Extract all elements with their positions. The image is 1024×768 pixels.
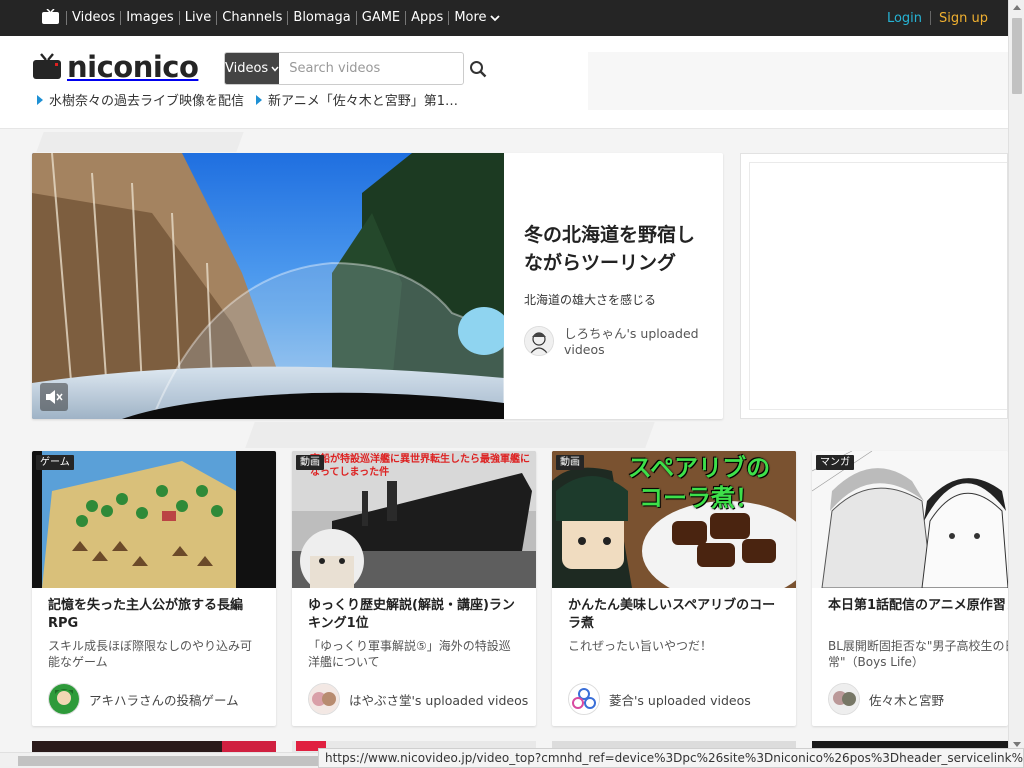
avatar [524, 326, 554, 356]
avatar [308, 683, 340, 715]
card-description: BL展開断固拒否な"男子高校生の日常"（Boys Life） [828, 639, 1008, 669]
avatar [568, 683, 600, 715]
avatar [48, 683, 80, 715]
nav-live[interactable]: Live [178, 11, 217, 25]
thumbnail-caption: スペアリブの コーラ煮！ [602, 453, 796, 513]
background-watermark [36, 132, 244, 152]
card-uploader[interactable]: 佐々木と宮野 [828, 683, 944, 715]
thumbnail-caption: 商船が特設巡洋艦に異世界転生したら最強軍艦になってしまった件 [310, 454, 530, 478]
news-item[interactable]: 新アニメ「佐々木と宮野」第1… [256, 90, 458, 109]
card-uploader[interactable]: はやぶさ堂's uploaded videos [308, 683, 528, 715]
content-card[interactable]: 商船が特設巡洋艦に異世界転生したら最強軍艦になってしまった件 動画 ゆっくり歴史… [292, 451, 536, 726]
card-thumbnail[interactable]: スペアリブの コーラ煮！ 動画 [552, 451, 796, 588]
ad-placeholder [749, 162, 1007, 410]
uploader-name: はやぶさ堂's uploaded videos [349, 692, 529, 708]
category-badge: 動画 [296, 455, 324, 470]
nav-more[interactable]: More [448, 11, 504, 25]
card-uploader[interactable]: 菱合's uploaded videos [568, 683, 751, 715]
card-title[interactable]: 記憶を失った主人公が旅する長編RPG [48, 597, 262, 633]
nav-channels[interactable]: Channels [216, 11, 287, 25]
featured-video-player[interactable] [32, 153, 510, 419]
top-navigation-bar: Videos Images Live Channels Blomaga GAME… [0, 0, 1008, 36]
news-text: 水樹奈々の過去ライブ映像を配信 [49, 94, 245, 109]
thumbnail-caption-line: コーラ煮！ [639, 484, 759, 512]
card-title[interactable]: かんたん美味しいスペアリブのコーラ煮 [568, 597, 782, 633]
featured-video[interactable]: 冬の北海道を野宿しながらツーリング 北海道の雄大さを感じる しろちゃん's up… [32, 153, 723, 419]
uploader-name: 佐々木と宮野 [869, 692, 945, 708]
tv-logo-icon [33, 53, 61, 79]
search-button[interactable] [469, 53, 487, 84]
card-thumbnail[interactable]: 商船が特設巡洋艦に異世界転生したら最強軍艦になってしまった件 動画 [292, 451, 536, 588]
search-icon [470, 60, 487, 77]
card-thumbnail[interactable]: ゲーム [32, 451, 276, 588]
side-ad-area [740, 153, 1008, 419]
chevron-down-icon [489, 15, 500, 22]
avatar [828, 683, 860, 715]
featured-uploader[interactable]: しろちゃん's uploaded videos [524, 326, 709, 358]
mute-button[interactable] [40, 383, 68, 411]
search-category-label: Videos [225, 61, 269, 76]
manga-thumbnail [812, 451, 1008, 588]
service-links: Videos Images Live Channels Blomaga GAME… [66, 0, 505, 36]
triangle-bullet-icon [37, 94, 43, 105]
featured-info: 冬の北海道を野宿しながらツーリング 北海道の雄大さを感じる しろちゃん's up… [524, 221, 709, 358]
featured-title[interactable]: 冬の北海道を野宿しながらツーリング [524, 221, 709, 277]
uploader-name: 菱合's uploaded videos [609, 692, 751, 708]
triangle-bullet-icon [256, 94, 263, 105]
speaker-muted-icon [46, 390, 63, 404]
chevron-down-icon [271, 66, 279, 72]
card-title[interactable]: ゆっくり歴史解説(解説・講座)ランキング1位 [308, 597, 522, 633]
login-link[interactable]: Login [887, 11, 922, 26]
scroll-up-arrow[interactable] [1013, 5, 1021, 10]
auth-links: Login Sign up [887, 0, 988, 36]
nav-more-label: More [454, 10, 487, 25]
search-input[interactable] [279, 53, 470, 84]
card-description: 「ゆっくり軍事解説⑤」海外の特設巡洋艦について [308, 639, 511, 669]
nav-apps[interactable]: Apps [405, 11, 448, 25]
search-box: Videos [224, 52, 487, 85]
content-card[interactable]: スペアリブの コーラ煮！ 動画 かんたん美味しいスペアリブのコーラ煮 これぜった… [552, 451, 796, 726]
card-description: これぜったい旨いやつだ！ [568, 639, 713, 653]
thumbnail-caption-line: スペアリブの [627, 454, 771, 482]
site-header: niconico Videos 水樹奈々の過去ライブ映像を配信 新アニメ「佐々木… [0, 36, 1008, 129]
card-title[interactable]: 本日第1話配信のアニメ原作習！ [828, 597, 1008, 615]
scrollbar-thumb[interactable] [1012, 18, 1022, 94]
content-card[interactable]: ゲーム 記憶を失った主人公が旅する長編RPG スキル成長ほぼ際限なしのやり込み可… [32, 451, 276, 726]
header-ad-area [588, 52, 1008, 110]
signup-link[interactable]: Sign up [939, 11, 988, 26]
link-status-bar: https://www.nicovideo.jp/video_top?cmnhd… [318, 748, 1024, 768]
category-badge: ゲーム [36, 455, 74, 470]
scroll-down-arrow[interactable] [1013, 742, 1021, 747]
card-description: スキル成長ほぼ際限なしのやり込み可能なゲーム [48, 639, 253, 669]
rpg-map-thumbnail [32, 451, 276, 588]
uploader-name: アキハラさんの投稿ゲーム [89, 692, 239, 708]
background-watermark [245, 422, 655, 448]
category-badge: 動画 [556, 455, 584, 470]
featured-video-frame [32, 153, 510, 419]
news-ticker: 水樹奈々の過去ライブ映像を配信 新アニメ「佐々木と宮野」第1… [37, 90, 458, 109]
nav-blomaga[interactable]: Blomaga [287, 11, 355, 25]
featured-subtitle: 北海道の雄大さを感じる [524, 293, 657, 307]
niconico-tv-icon[interactable] [42, 9, 59, 24]
card-thumbnail[interactable]: マンガ [812, 451, 1008, 588]
vertical-scrollbar[interactable] [1008, 0, 1024, 752]
niconico-logo[interactable]: niconico [32, 50, 199, 84]
scrollbar-thumb[interactable] [18, 756, 318, 766]
card-uploader[interactable]: アキハラさんの投稿ゲーム [48, 683, 239, 715]
nav-game[interactable]: GAME [355, 11, 405, 25]
brand-name: niconico [67, 50, 199, 84]
divider [930, 11, 932, 25]
news-text: 新アニメ「佐々木と宮野」第1… [268, 94, 459, 109]
nav-videos[interactable]: Videos [66, 11, 120, 25]
search-category-select[interactable]: Videos [225, 53, 280, 84]
nav-images[interactable]: Images [120, 11, 179, 25]
uploader-name: しろちゃん's uploaded videos [564, 326, 699, 357]
content-card[interactable]: マンガ 本日第1話配信のアニメ原作習！ BL展開断固拒否な"男子高校生の日常"（… [812, 451, 1008, 726]
category-badge: マンガ [816, 455, 854, 470]
news-item[interactable]: 水樹奈々の過去ライブ映像を配信 [37, 90, 244, 109]
